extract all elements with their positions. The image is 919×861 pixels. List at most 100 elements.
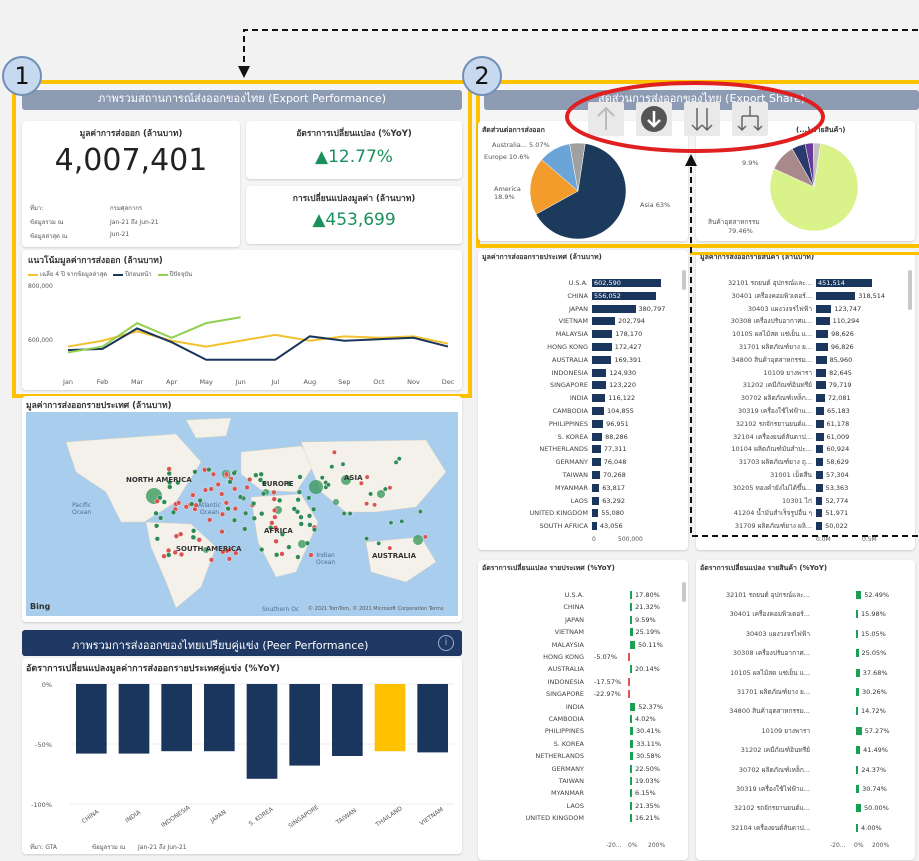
product-yoy-row[interactable]: 30319 เครื่องใช้ไฟฟ้าแ... 30.74%: [696, 784, 906, 794]
map-point: [232, 486, 238, 492]
country-value-row[interactable]: U.S.A. 602,590: [478, 278, 688, 288]
country-value-row[interactable]: SOUTH AFRICA 43,056: [478, 521, 688, 531]
country-yoy-label: PHILIPPINES: [544, 727, 584, 736]
country-value-row[interactable]: HONG KONG 172,427: [478, 342, 688, 352]
product-value-row[interactable]: 30401 เครื่องคอมพิวเตอร์... 318,514: [696, 291, 906, 301]
map-point: [219, 491, 225, 497]
product-yoy-row[interactable]: 32102 รถจักรยานยนต์แ... 50.00%: [696, 803, 906, 813]
map-point: [307, 522, 313, 528]
period-value: Jan-21 ถึง Jun-21: [110, 219, 159, 226]
country-value-row[interactable]: JAPAN 380,797: [478, 304, 688, 314]
country-yoy-row[interactable]: TAIWAN 19.03%: [478, 776, 688, 786]
country-yoy-row[interactable]: U.S.A. 17.80%: [478, 590, 688, 600]
country-value-row[interactable]: SINGAPORE 123,220: [478, 380, 688, 390]
country-yoy-row[interactable]: UNITED KINGDOM 16.21%: [478, 813, 688, 823]
country-value-row[interactable]: INDIA 116,122: [478, 393, 688, 403]
country-yoy-row[interactable]: GERMANY 22.50%: [478, 764, 688, 774]
country-yoy-row[interactable]: AUSTRALIA 20.14%: [478, 664, 688, 674]
product-value-row[interactable]: 31202 เคมีภัณฑ์อินทรีย์ 79,719: [696, 380, 906, 390]
period-label: ข้อมูลรวม ณ: [30, 219, 64, 226]
product-yoy-row[interactable]: 32104 เครื่องยนต์สันดาป... 4.00%: [696, 823, 906, 833]
country-yoy-row[interactable]: INDONESIA -17.57%: [478, 677, 688, 687]
country-yoy-title: อัตราการเปลี่ยนแปลง รายประเทศ (%YoY): [482, 564, 615, 572]
product-value-row[interactable]: 31703 ผลิตภัณฑ์ยาง ถุ... 58,629: [696, 457, 906, 467]
country-yoy-row[interactable]: LAOS 21.35%: [478, 801, 688, 811]
product-value-row[interactable]: 41204 น้ำมันสำเร็จรูปอื่น ๆ 51,971: [696, 508, 906, 518]
product-value-row[interactable]: 10104 ผลิตภัณฑ์มันสำปะ... 60,924: [696, 444, 906, 454]
product-value-row[interactable]: 32104 เครื่องยนต์สันดาป... 61,009: [696, 432, 906, 442]
country-value-row[interactable]: TAIWAN 70,268: [478, 470, 688, 480]
country-yoy-row[interactable]: CHINA 21.32%: [478, 602, 688, 612]
country-yoy-row[interactable]: PHILIPPINES 30.41%: [478, 726, 688, 736]
country-value-label: INDIA: [569, 394, 588, 403]
peer-y-tick: -100%: [31, 801, 52, 809]
country-yoy-row[interactable]: JAPAN 9.59%: [478, 615, 688, 625]
country-yoy-row[interactable]: CAMBODIA 4.02%: [478, 714, 688, 724]
info-icon[interactable]: i: [438, 635, 454, 651]
product-value-row[interactable]: 30319 เครื่องใช้ไฟฟ้าแ... 65,183: [696, 406, 906, 416]
country-yoy-row[interactable]: SINGAPORE -22.97%: [478, 689, 688, 699]
country-value-row[interactable]: MALAYSIA 178,170: [478, 329, 688, 339]
country-yoy-row[interactable]: HONG KONG -5.07%: [478, 652, 688, 662]
country-yoy-row[interactable]: MALAYSIA 50.11%: [478, 640, 688, 650]
country-value-row[interactable]: VIETNAM 202,794: [478, 316, 688, 326]
country-yoy-row[interactable]: MYANMAR 6.15%: [478, 788, 688, 798]
product-yoy-row[interactable]: 10109 ยางพารา 57.27%: [696, 726, 906, 736]
product-value-scrollbar[interactable]: [908, 270, 912, 310]
product-value-row[interactable]: 32101 รถยนต์ อุปกรณ์และ... 451,514: [696, 278, 906, 288]
product-value-row[interactable]: 30308 เครื่องปรับอากาศแ... 110,294: [696, 316, 906, 326]
country-value-label: LAOS: [570, 496, 588, 505]
product-yoy-row[interactable]: 30702 ผลิตภัณฑ์เหล็ก... 24.37%: [696, 765, 906, 775]
peer-x-tick: SINGAPORE: [287, 804, 320, 830]
product-yoy-bar: [856, 707, 858, 716]
country-yoy-row[interactable]: NETHERLANDS 30.58%: [478, 751, 688, 761]
product-yoy-bar: [856, 668, 860, 677]
country-yoy-label: HONG KONG: [543, 653, 584, 661]
product-value-row[interactable]: 10301 ไก่ 52,774: [696, 496, 906, 506]
country-yoy-row[interactable]: VIETNAM 25.19%: [478, 627, 688, 637]
product-yoy-row[interactable]: 32101 รถยนต์ อุปกรณ์และ... 52.49%: [696, 590, 906, 600]
product-value-row[interactable]: 31709 ผลิตภัณฑ์ยาง ผลิ... 50,022: [696, 521, 906, 531]
map-point: [154, 536, 160, 542]
country-yoy-row[interactable]: INDIA 52.37%: [478, 702, 688, 712]
product-value-row[interactable]: 10105 ผลไม้สด แช่เย็น แ... 98,626: [696, 329, 906, 339]
product-value-row[interactable]: 32102 รถจักรยานยนต์แ... 61,178: [696, 419, 906, 429]
country-value-row[interactable]: UNITED KINGDOM 55,080: [478, 508, 688, 518]
country-value-scrollbar[interactable]: [682, 270, 686, 290]
product-yoy-row[interactable]: 31202 เคมีภัณฑ์อินทรีย์ 41.49%: [696, 745, 906, 755]
country-value-row[interactable]: PHILIPPINES 96,951: [478, 419, 688, 429]
world-map[interactable]: NORTH AMERICA EUROPE ASIA SOUTH AMERICA …: [26, 412, 458, 616]
product-value-row[interactable]: 31701 ผลิตภัณฑ์ยาง ย... 96,826: [696, 342, 906, 352]
country-value-row[interactable]: CHINA 556,052: [478, 291, 688, 301]
product-yoy-row[interactable]: 10105 ผลไม้สด แช่เย็น แ... 37.68%: [696, 668, 906, 678]
country-yoy-bar: [630, 752, 634, 761]
product-value-row[interactable]: 30702 ผลิตภัณฑ์เหล็ก... 72,081: [696, 393, 906, 403]
country-value-row[interactable]: CAMBODIA 104,855: [478, 406, 688, 416]
product-value-row[interactable]: 34800 สินค้าอุตสาหกรรม... 85,960: [696, 355, 906, 365]
country-value-row[interactable]: NETHERLANDS 77,311: [478, 444, 688, 454]
country-value-row[interactable]: INDONESIA 124,930: [478, 368, 688, 378]
country-value-row[interactable]: MYANMAR 63,817: [478, 483, 688, 493]
map-point: [225, 506, 231, 512]
country-value-row[interactable]: LAOS 63,292: [478, 496, 688, 506]
country-yoy-scrollbar[interactable]: [682, 582, 686, 602]
country-value-row[interactable]: AUSTRALIA 169,391: [478, 355, 688, 365]
product-yoy-row[interactable]: 30308 เครื่องปรับอากาศ... 25.05%: [696, 648, 906, 658]
country-value-row[interactable]: GERMANY 76,048: [478, 457, 688, 467]
product-yoy-row[interactable]: 30403 แผงวงจรไฟฟ้า 15.05%: [696, 629, 906, 639]
country-value-row[interactable]: S. KOREA 88,286: [478, 432, 688, 442]
product-value-label: 31701 ผลิตภัณฑ์ยาง ย...: [738, 343, 812, 351]
product-yoy-row[interactable]: 30401 เครื่องคอมพิวเตอร์... 15.98%: [696, 609, 906, 619]
product-value-row[interactable]: 10109 ยางพารา 82,645: [696, 368, 906, 378]
country-yoy-label: AUSTRALIA: [548, 665, 584, 674]
product-yoy-row[interactable]: 31701 ผลิตภัณฑ์ยาง ย... 30.26%: [696, 687, 906, 697]
country-yoy-label: SINGAPORE: [545, 690, 584, 699]
product-value-row[interactable]: 31001 เม็ดสีน 57,304: [696, 470, 906, 480]
product-yoy-row[interactable]: 34800 สินค้าอุตสาหกรรม... 14.72%: [696, 706, 906, 716]
map-point: [295, 497, 301, 503]
product-value-row[interactable]: 30403 แผงวงจรไฟฟ้า 123,747: [696, 304, 906, 314]
country-yoy-value: -17.57%: [594, 677, 622, 686]
map-point: [191, 528, 197, 534]
product-value-row[interactable]: 30205 ทองคำยังไม่ได้ขึ้น... 53,363: [696, 483, 906, 493]
country-yoy-row[interactable]: S. KOREA 33.11%: [478, 739, 688, 749]
